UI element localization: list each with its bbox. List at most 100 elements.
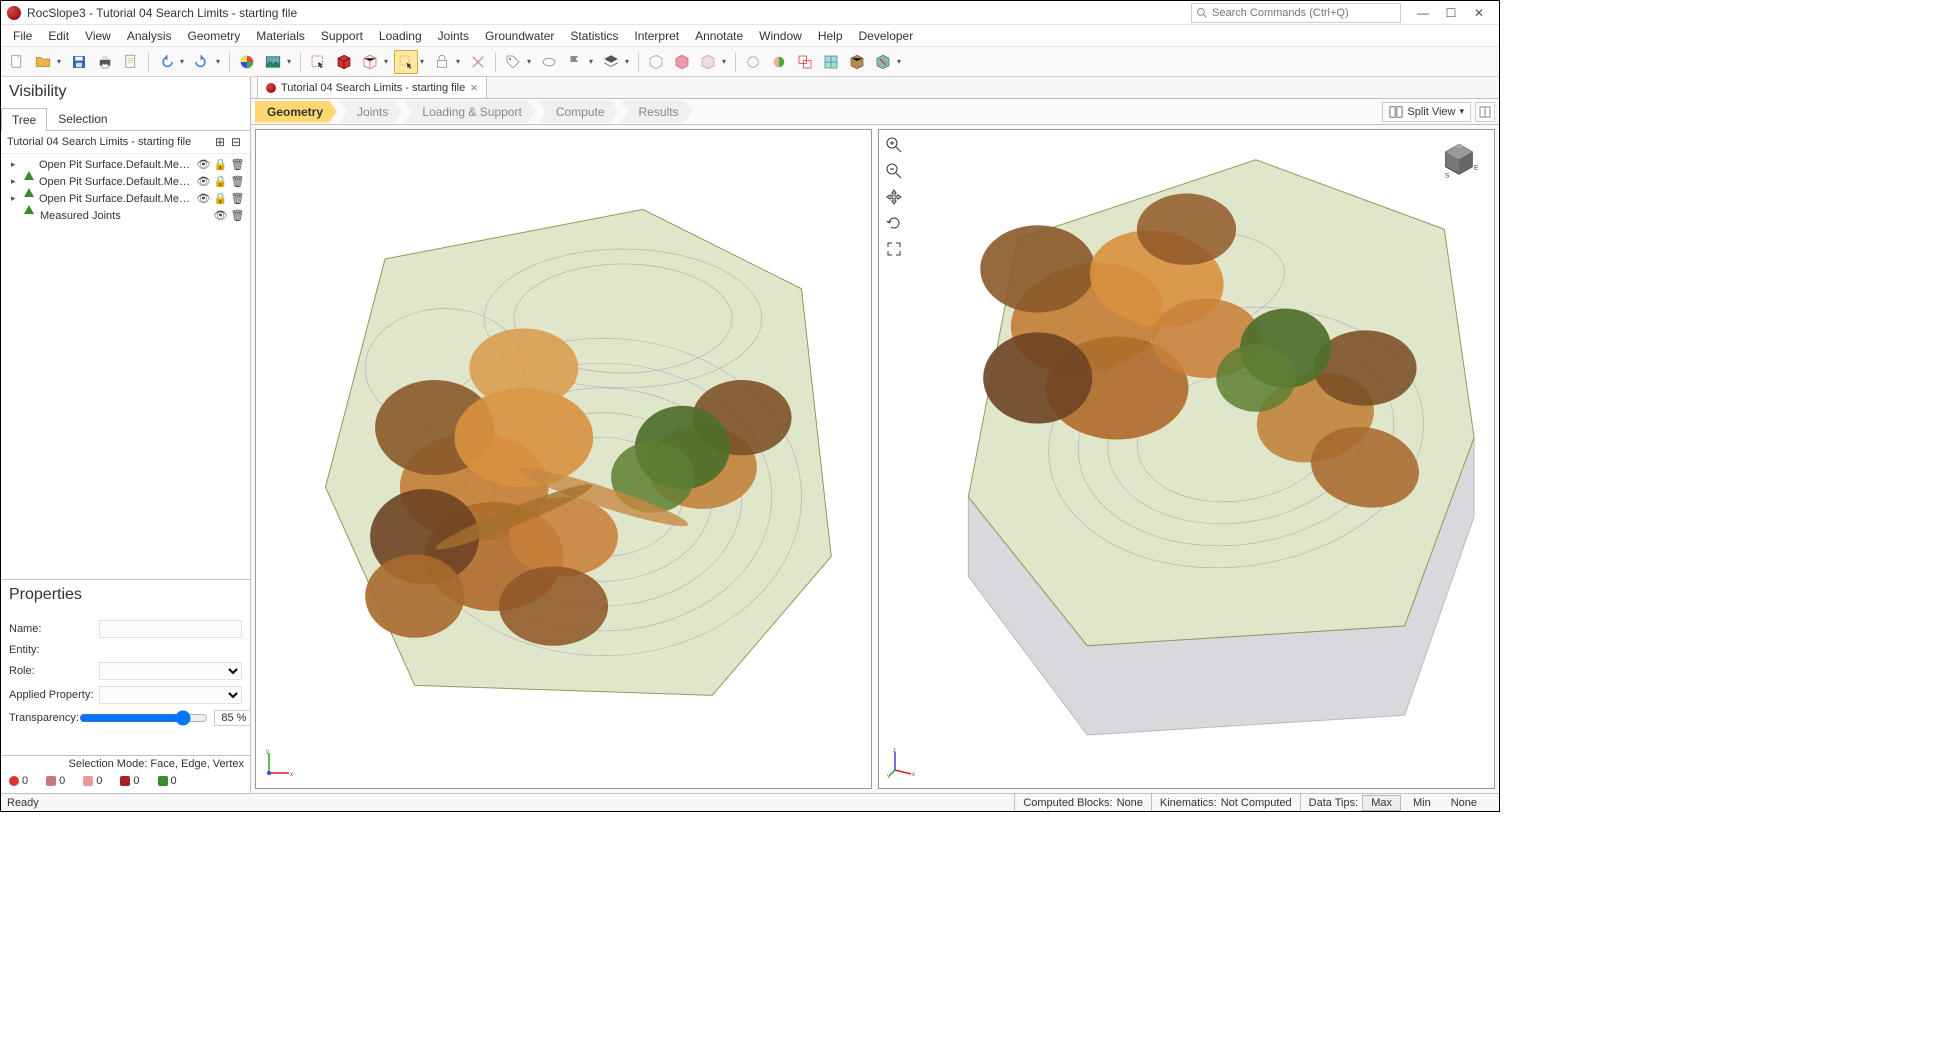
- tree-item[interactable]: Measured Joints 👁 🗑: [1, 207, 250, 224]
- menu-developer[interactable]: Developer: [851, 26, 922, 46]
- gradient-circle-button[interactable]: [767, 50, 791, 74]
- command-search[interactable]: [1191, 3, 1401, 23]
- delete-button[interactable]: [466, 50, 490, 74]
- layers-button[interactable]: [599, 50, 623, 74]
- print-button[interactable]: [93, 50, 117, 74]
- eye-icon[interactable]: 👁: [197, 192, 210, 205]
- grid-button[interactable]: [819, 50, 843, 74]
- box-select-dropdown[interactable]: ▾: [420, 57, 428, 66]
- workflow-results[interactable]: Results: [621, 101, 693, 123]
- menu-annotate[interactable]: Annotate: [687, 26, 751, 46]
- navigation-cube[interactable]: TOP S E: [1434, 136, 1484, 186]
- cube-wire-dropdown[interactable]: ▾: [384, 57, 392, 66]
- tree-item[interactable]: ▸ Open Pit Surface.Default.Mesh_ext 👁 🔒 …: [1, 190, 250, 207]
- image-dropdown[interactable]: ▾: [287, 57, 295, 66]
- select-button[interactable]: [306, 50, 330, 74]
- menu-geometry[interactable]: Geometry: [180, 26, 249, 46]
- menu-statistics[interactable]: Statistics: [562, 26, 626, 46]
- ellipse-button[interactable]: [537, 50, 561, 74]
- cube-red-button[interactable]: [332, 50, 356, 74]
- workflow-loading-support[interactable]: Loading & Support: [404, 101, 535, 123]
- viewport-left[interactable]: x y: [255, 129, 872, 789]
- menu-analysis[interactable]: Analysis: [119, 26, 180, 46]
- cube-light-button[interactable]: [696, 50, 720, 74]
- tree-item[interactable]: ▸ Open Pit Surface.Default.Mesh_ext 👁 🔒 …: [1, 156, 250, 173]
- lock-button[interactable]: [430, 50, 454, 74]
- trash-icon[interactable]: 🗑: [231, 158, 244, 171]
- new-file-button[interactable]: [5, 50, 29, 74]
- menu-window[interactable]: Window: [751, 26, 810, 46]
- menu-joints[interactable]: Joints: [430, 26, 477, 46]
- document-tab[interactable]: Tutorial 04 Search Limits - starting fil…: [257, 76, 487, 98]
- datatips-min[interactable]: Min: [1405, 796, 1439, 810]
- menu-support[interactable]: Support: [313, 26, 371, 46]
- lock-icon[interactable]: 🔒: [214, 192, 227, 205]
- cube-wire-button[interactable]: [358, 50, 382, 74]
- caret-icon[interactable]: ▸: [11, 193, 21, 204]
- workflow-compute[interactable]: Compute: [538, 101, 619, 123]
- transparency-slider[interactable]: [79, 710, 208, 726]
- lock-icon[interactable]: 🔒: [214, 175, 227, 188]
- open-file-button[interactable]: [31, 50, 55, 74]
- box-select-button[interactable]: [394, 50, 418, 74]
- menu-view[interactable]: View: [77, 26, 119, 46]
- tag-button[interactable]: [501, 50, 525, 74]
- flag-dropdown[interactable]: ▾: [589, 57, 597, 66]
- redo-button[interactable]: [190, 50, 214, 74]
- close-tab-icon[interactable]: ×: [470, 80, 478, 95]
- eye-icon[interactable]: 👁: [197, 175, 210, 188]
- menu-materials[interactable]: Materials: [248, 26, 313, 46]
- trash-icon[interactable]: 🗑: [231, 209, 244, 222]
- datatips-max[interactable]: Max: [1362, 795, 1401, 811]
- prop-role-select[interactable]: [99, 662, 242, 680]
- menu-help[interactable]: Help: [810, 26, 851, 46]
- eye-icon[interactable]: 👁: [197, 158, 210, 171]
- trash-icon[interactable]: 🗑: [231, 192, 244, 205]
- lock-dropdown[interactable]: ▾: [456, 57, 464, 66]
- tab-tree[interactable]: Tree: [1, 108, 47, 131]
- menu-edit[interactable]: Edit: [40, 26, 77, 46]
- settings-button[interactable]: [119, 50, 143, 74]
- eye-icon[interactable]: 👁: [214, 209, 227, 222]
- menu-interpret[interactable]: Interpret: [626, 26, 687, 46]
- lock-icon[interactable]: 🔒: [214, 158, 227, 171]
- viewport-right[interactable]: TOP S E x y z: [878, 129, 1495, 789]
- search-input[interactable]: [1212, 7, 1396, 19]
- workflow-joints[interactable]: Joints: [339, 101, 402, 123]
- trash-icon[interactable]: 🗑: [231, 175, 244, 188]
- collapse-all-icon[interactable]: ⊟: [228, 134, 244, 150]
- menu-loading[interactable]: Loading: [371, 26, 430, 46]
- layers-dropdown[interactable]: ▾: [625, 57, 633, 66]
- workflow-geometry[interactable]: Geometry: [255, 101, 337, 123]
- prop-name-input[interactable]: [99, 620, 242, 638]
- cube-pink-button[interactable]: [670, 50, 694, 74]
- tree-item[interactable]: ▸ Open Pit Surface.Default.Mesh_ext 👁 🔒 …: [1, 173, 250, 190]
- flag-button[interactable]: [563, 50, 587, 74]
- hex-button[interactable]: [644, 50, 668, 74]
- caret-icon[interactable]: ▸: [11, 176, 21, 187]
- color-wheel-button[interactable]: [235, 50, 259, 74]
- minimize-button[interactable]: —: [1409, 3, 1437, 23]
- save-button[interactable]: [67, 50, 91, 74]
- open-dropdown[interactable]: ▾: [57, 57, 65, 66]
- menu-groundwater[interactable]: Groundwater: [477, 26, 562, 46]
- overlap-button[interactable]: [793, 50, 817, 74]
- cut-cube-button[interactable]: [871, 50, 895, 74]
- maximize-button[interactable]: ☐: [1437, 3, 1465, 23]
- circle-button[interactable]: [741, 50, 765, 74]
- datatips-none[interactable]: None: [1443, 796, 1485, 810]
- view-options-button[interactable]: [1475, 102, 1495, 122]
- cube-light-dropdown[interactable]: ▾: [722, 57, 730, 66]
- menu-file[interactable]: File: [5, 26, 40, 46]
- close-button[interactable]: ✕: [1465, 3, 1493, 23]
- prop-applied-select[interactable]: [99, 686, 242, 704]
- earth-cube-button[interactable]: [845, 50, 869, 74]
- redo-dropdown[interactable]: ▾: [216, 57, 224, 66]
- view-mode-selector[interactable]: Split View ▾: [1382, 102, 1471, 122]
- undo-dropdown[interactable]: ▾: [180, 57, 188, 66]
- undo-button[interactable]: [154, 50, 178, 74]
- tab-selection[interactable]: Selection: [47, 107, 118, 130]
- expand-all-icon[interactable]: ⊞: [212, 134, 228, 150]
- cut-cube-dropdown[interactable]: ▾: [897, 57, 905, 66]
- tag-dropdown[interactable]: ▾: [527, 57, 535, 66]
